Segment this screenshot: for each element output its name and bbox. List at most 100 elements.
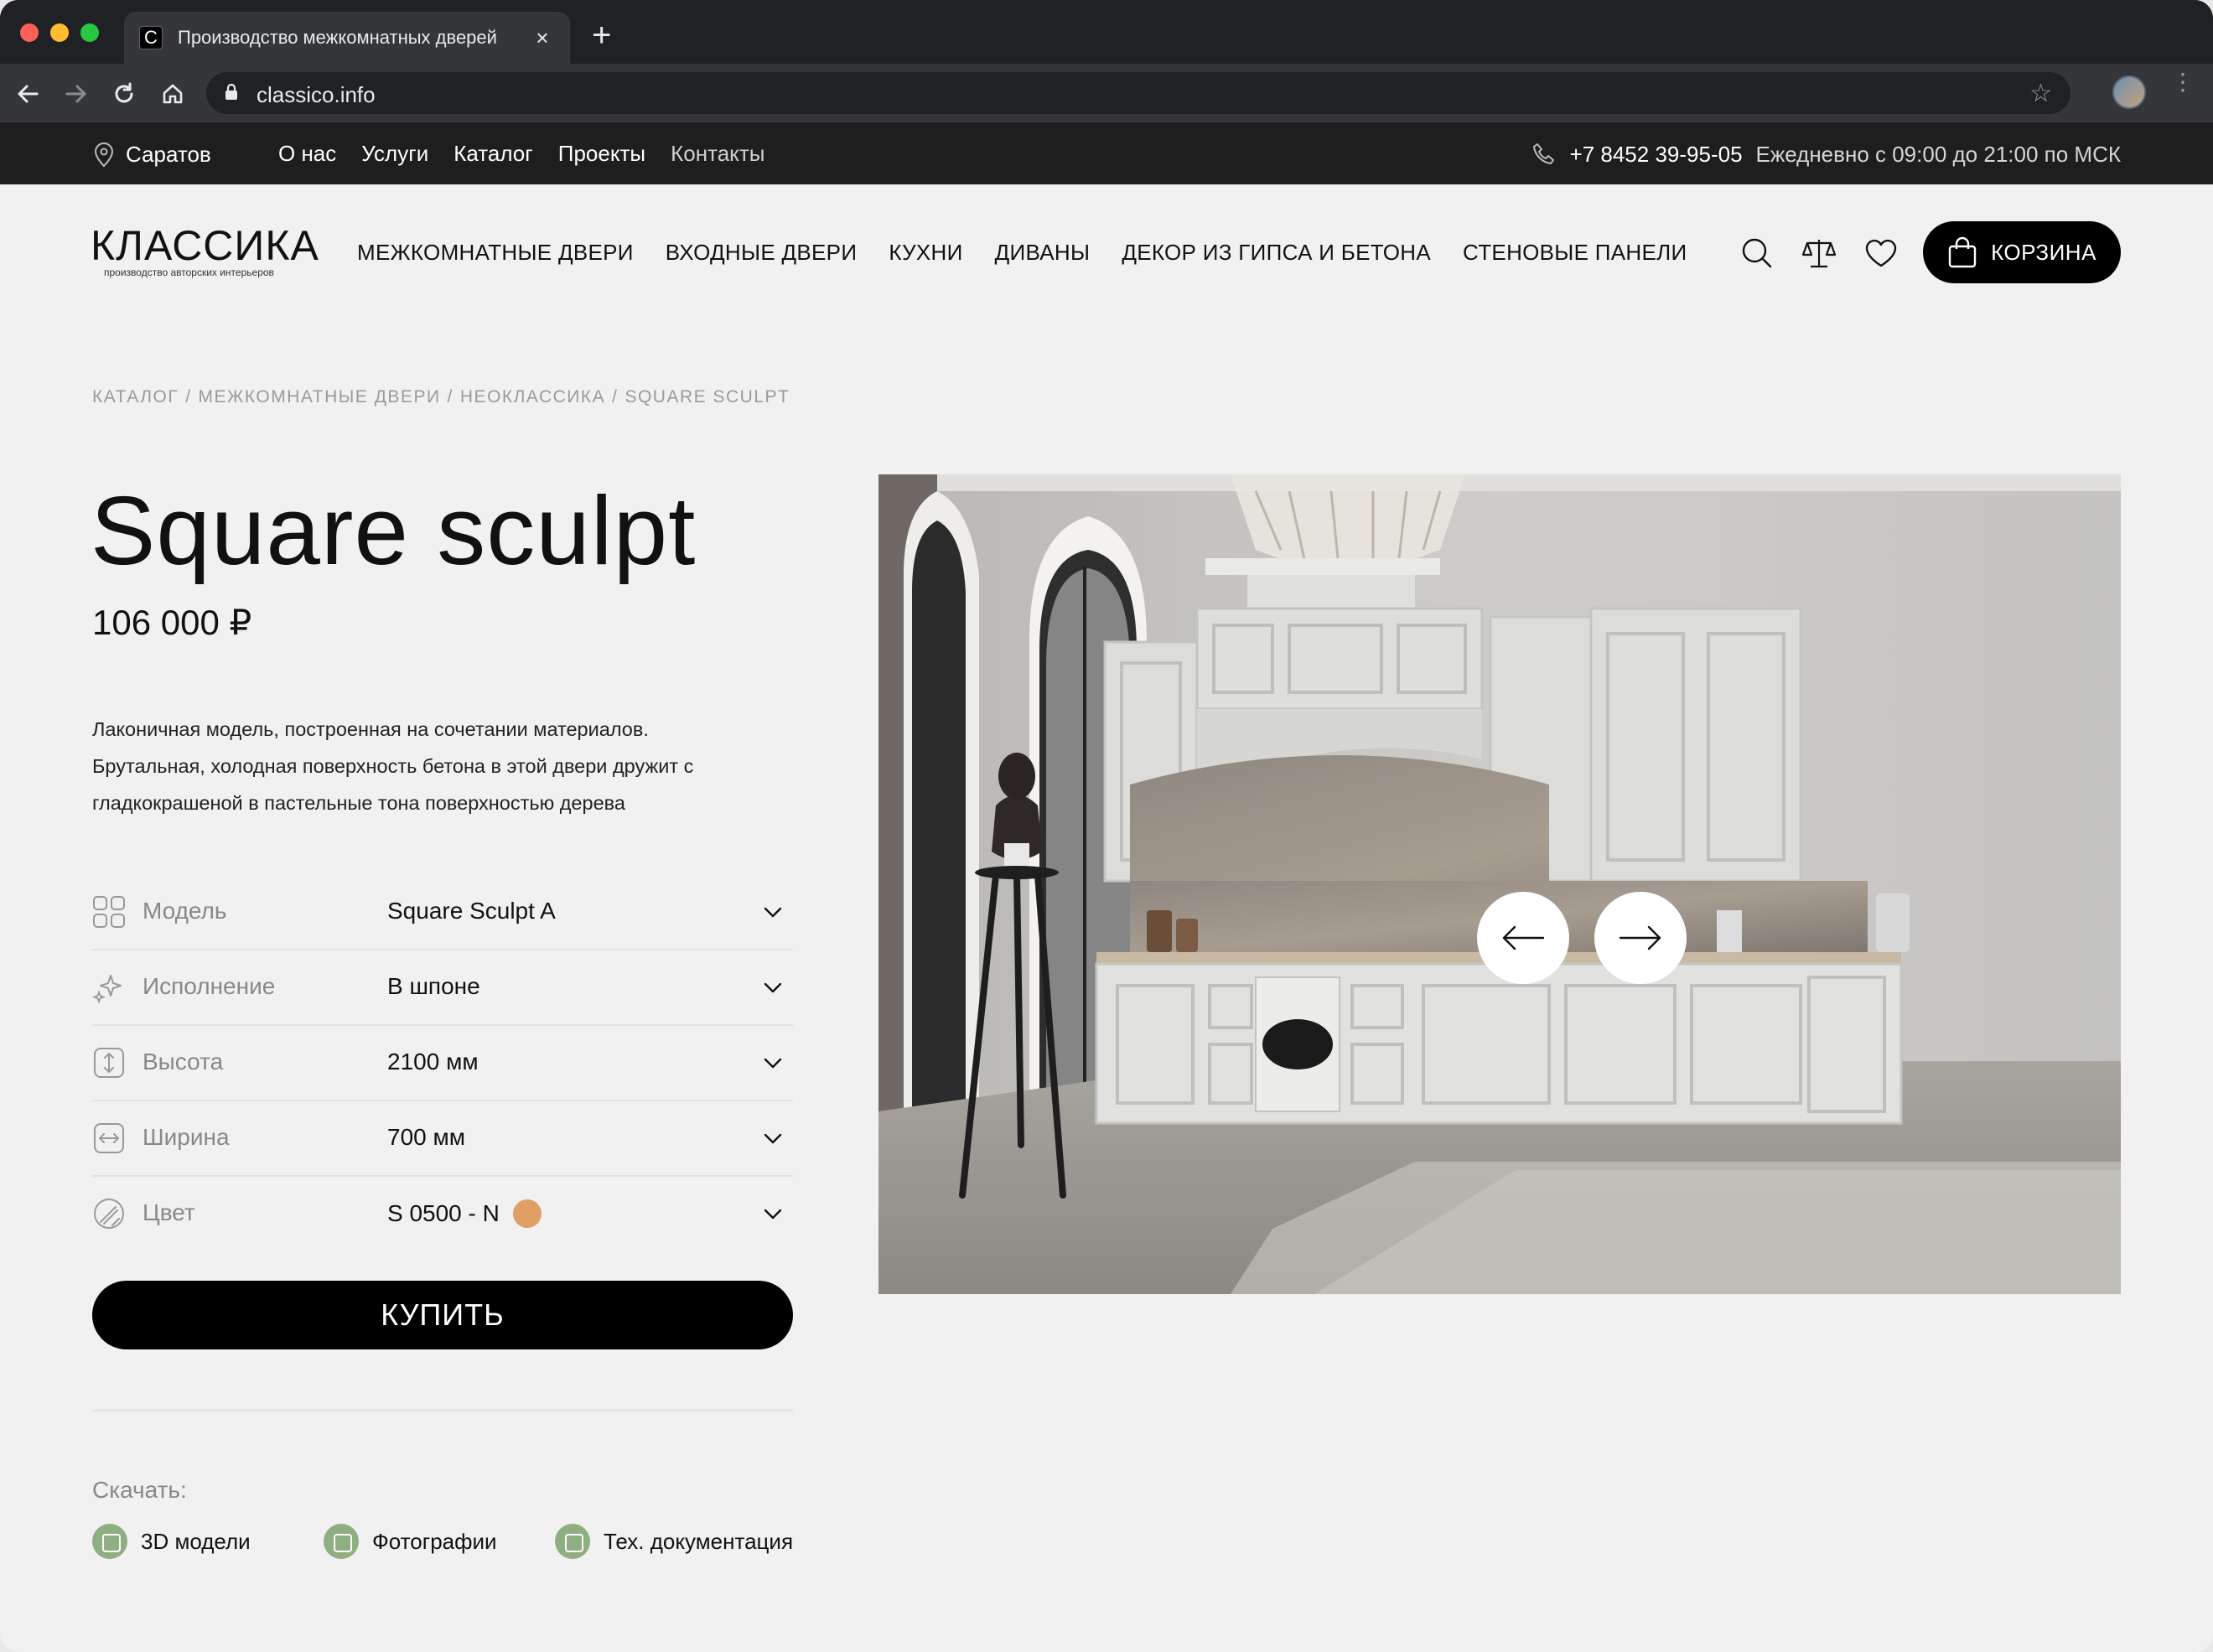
minimize-window-button[interactable] (50, 23, 69, 42)
forward-icon[interactable] (60, 79, 91, 109)
working-hours: Ежедневно с 09:00 до 21:00 по МСК (1755, 141, 2121, 167)
breadcrumb-interior-doors[interactable]: МЕЖКОМНАТНЫЕ ДВЕРИ (199, 387, 441, 407)
main-nav: МЕЖКОМНАТНЫЕ ДВЕРИ ВХОДНЫЕ ДВЕРИ КУХНИ Д… (357, 240, 1687, 266)
download-3d-models[interactable]: 3D модели (92, 1524, 324, 1559)
url-text: classico.info (257, 82, 376, 107)
compare-scales-icon[interactable] (1801, 235, 1837, 272)
reload-icon[interactable] (109, 79, 139, 109)
option-color[interactable]: Цвет S 0500 - N (92, 1177, 793, 1252)
option-value-text: 700 мм (387, 1124, 465, 1150)
option-value: S 0500 - N (387, 1199, 542, 1228)
site-logo[interactable]: КЛАССИКА производство авторских интерьер… (91, 222, 319, 278)
buy-button[interactable]: КУПИТЬ (92, 1281, 793, 1349)
downloads-list: 3D модели Фотографии Тех. документация (92, 1524, 793, 1559)
favorites-heart-icon[interactable] (1863, 235, 1899, 272)
shopping-bag-icon (1948, 236, 1977, 268)
arrow-left-icon (1502, 925, 1545, 950)
breadcrumb-neoclassic[interactable]: НЕОКЛАССИКА (460, 387, 605, 407)
option-width[interactable]: Ширина 700 мм (92, 1101, 793, 1177)
city-name: Саратов (126, 141, 211, 167)
product-price: 106 000 ₽ (92, 603, 252, 642)
top-link-contacts[interactable]: Контакты (671, 141, 764, 167)
breadcrumb-catalog[interactable]: КАТАЛОГ (92, 387, 179, 407)
home-icon[interactable] (158, 79, 188, 109)
tab-close-icon[interactable]: × (530, 25, 555, 51)
profile-avatar[interactable] (2112, 75, 2146, 109)
favicon-icon: C (139, 26, 163, 49)
option-finish[interactable]: Исполнение В шпоне (92, 950, 793, 1026)
logo-wordmark: КЛАССИКА (91, 222, 319, 269)
product-title: Square sculpt (91, 476, 697, 585)
palette-icon (94, 1199, 124, 1229)
city-selector[interactable]: Саратов (92, 141, 211, 168)
cart-label: КОРЗИНА (1991, 239, 2096, 265)
download-label: 3D модели (141, 1528, 251, 1554)
nav-decor[interactable]: ДЕКОР ИЗ ГИПСА И БЕТОНА (1122, 240, 1431, 266)
option-label: Высота (143, 1049, 224, 1075)
nav-entrance-doors[interactable]: ВХОДНЫЕ ДВЕРИ (666, 240, 858, 266)
option-label: Модель (143, 898, 227, 924)
nav-kitchens[interactable]: КУХНИ (889, 240, 962, 266)
breadcrumb-current: SQUARE SCULPT (625, 387, 790, 407)
back-icon[interactable] (13, 79, 44, 109)
option-value-text: В шпоне (387, 973, 480, 999)
location-pin-icon (94, 142, 114, 168)
browser-menu-icon[interactable]: ⋮ (2171, 70, 2195, 94)
chevron-down-icon[interactable] (761, 1126, 785, 1150)
top-link-about[interactable]: О нас (278, 141, 336, 167)
option-height[interactable]: Высота 2100 мм (92, 1026, 793, 1101)
phone-number[interactable]: +7 8452 39-95-05 (1570, 142, 1743, 168)
search-icon[interactable] (1739, 235, 1775, 272)
gallery-next-button[interactable] (1594, 892, 1687, 984)
lock-icon (225, 84, 237, 100)
breadcrumb: КАТАЛОГ / МЕЖКОМНАТНЫЕ ДВЕРИ / НЕОКЛАССИ… (92, 387, 790, 407)
address-bar[interactable]: classico.info ☆ (206, 72, 2070, 114)
height-icon (94, 1048, 124, 1078)
chevron-down-icon[interactable] (761, 1202, 785, 1225)
new-tab-icon[interactable]: + (592, 18, 611, 52)
phone-icon (1532, 143, 1554, 164)
site-topbar: Саратов О нас Услуги Каталог Проекты Кон… (0, 122, 2213, 184)
product-image-gallery[interactable] (878, 474, 2121, 1294)
browser-tab[interactable]: C Производство межкомнатных дверей × (124, 12, 570, 64)
tab-title: Производство межкомнатных дверей (178, 27, 497, 48)
tab-strip: C Производство межкомнатных дверей × + (0, 0, 2213, 64)
option-label: Исполнение (143, 973, 276, 999)
option-value: В шпоне (387, 973, 480, 1000)
bookmark-star-icon[interactable]: ☆ (2029, 79, 2052, 108)
option-value: Square Sculpt A (387, 898, 556, 924)
browser-toolbar: classico.info ☆ ⋮ (0, 64, 2213, 122)
nav-interior-doors[interactable]: МЕЖКОМНАТНЫЕ ДВЕРИ (357, 240, 634, 266)
option-value-text: Square Sculpt A (387, 898, 556, 924)
browser-chrome: C Производство межкомнатных дверей × + c… (0, 0, 2213, 122)
color-swatch (512, 1199, 542, 1228)
maximize-window-button[interactable] (80, 23, 99, 42)
download-tech-docs[interactable]: Тех. документация (555, 1524, 793, 1559)
grid-icon (93, 896, 125, 928)
site-header: КЛАССИКА производство авторских интерьер… (0, 184, 2213, 322)
cube-icon (92, 1524, 127, 1559)
top-link-catalog[interactable]: Каталог (453, 141, 533, 167)
sparkle-icon (92, 975, 122, 1004)
download-label: Фотографии (372, 1528, 497, 1554)
close-window-button[interactable] (20, 23, 39, 42)
chevron-down-icon[interactable] (761, 1051, 785, 1075)
option-label: Цвет (143, 1199, 195, 1225)
product-description: Лаконичная модель, построенная на сочета… (92, 718, 694, 814)
image-icon (324, 1524, 359, 1559)
gallery-prev-button[interactable] (1477, 892, 1569, 984)
breadcrumb-separator: / (185, 387, 192, 407)
breadcrumb-separator: / (447, 387, 453, 407)
chevron-down-icon[interactable] (761, 900, 785, 924)
nav-sofas[interactable]: ДИВАНЫ (995, 240, 1091, 266)
nav-wall-panels[interactable]: СТЕНОВЫЕ ПАНЕЛИ (1463, 240, 1687, 266)
option-model[interactable]: Модель Square Sculpt A (92, 875, 793, 950)
product-options: Модель Square Sculpt A Исполнение В шпон… (92, 875, 793, 1252)
width-icon (94, 1123, 124, 1153)
option-label: Ширина (143, 1124, 230, 1150)
cart-button[interactable]: КОРЗИНА (1923, 221, 2121, 283)
download-photos[interactable]: Фотографии (324, 1524, 555, 1559)
top-link-services[interactable]: Услуги (361, 141, 428, 167)
top-link-projects[interactable]: Проекты (558, 141, 645, 167)
chevron-down-icon[interactable] (761, 976, 785, 999)
